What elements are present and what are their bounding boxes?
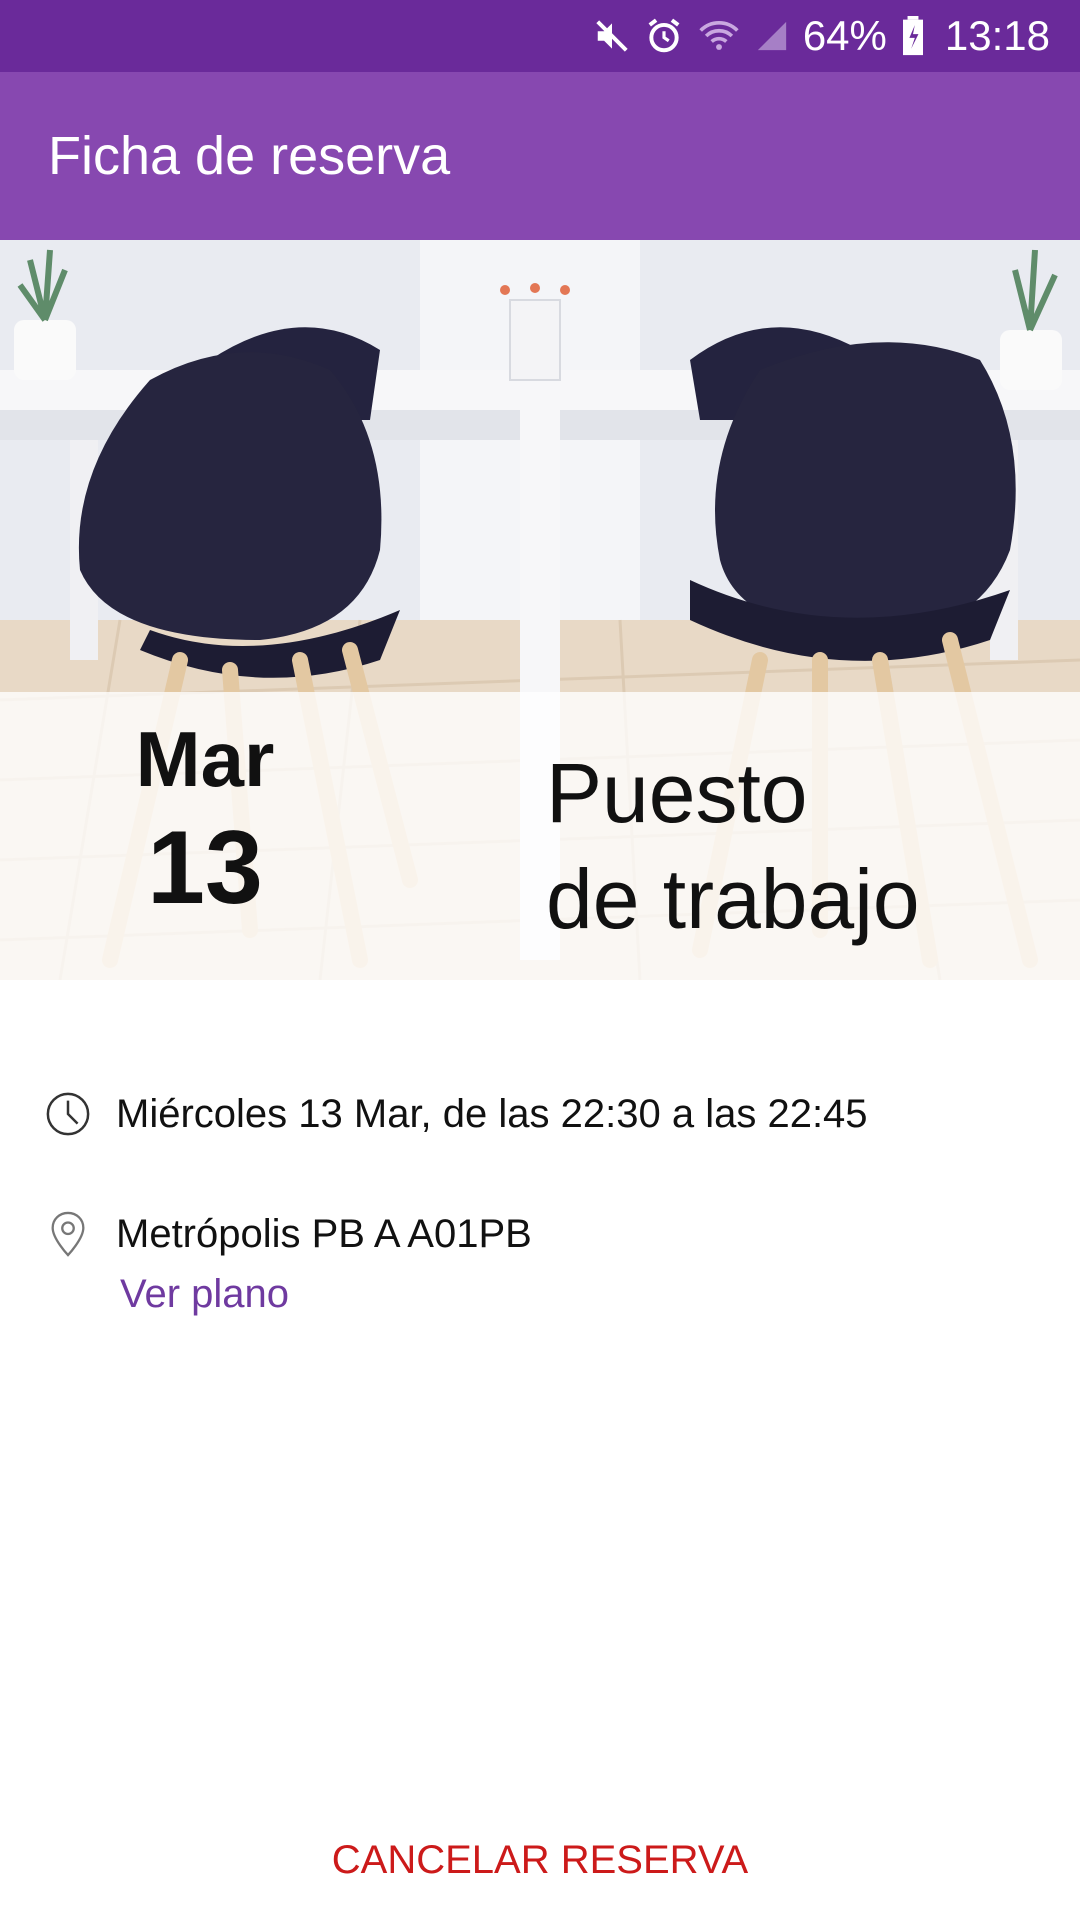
resource-type-line2: de trabajo xyxy=(546,852,920,946)
hero-image: Mar 13 Puesto de trabajo xyxy=(0,240,1080,980)
app-bar: Ficha de reserva xyxy=(0,72,1080,240)
alarm-icon xyxy=(645,17,683,55)
wifi-icon xyxy=(697,17,741,55)
view-map-link[interactable]: Ver plano xyxy=(120,1272,289,1317)
booking-weekday: Mar xyxy=(135,715,275,803)
battery-icon xyxy=(901,16,925,56)
booking-day: 13 xyxy=(147,810,263,926)
clock-icon xyxy=(44,1090,92,1138)
mute-icon xyxy=(593,17,631,55)
location-pin-icon xyxy=(44,1210,92,1258)
booking-time-row: Miércoles 13 Mar, de las 22:30 a las 22:… xyxy=(44,1090,868,1138)
booking-time-text: Miércoles 13 Mar, de las 22:30 a las 22:… xyxy=(116,1091,868,1136)
status-time: 13:18 xyxy=(944,12,1050,59)
battery-percent: 64% xyxy=(802,12,887,59)
cancel-booking-button[interactable]: CANCELAR RESERVA xyxy=(0,1830,1080,1890)
page-title: Ficha de reserva xyxy=(48,126,451,186)
signal-icon xyxy=(755,19,789,53)
resource-type: Puesto de trabajo xyxy=(546,740,1046,952)
booking-date: Mar 13 xyxy=(80,720,330,920)
booking-location-text: Metrópolis PB A A01PB xyxy=(116,1211,532,1256)
status-bar: 64% 13:18 xyxy=(0,0,1080,72)
booking-location-row: Metrópolis PB A A01PB xyxy=(44,1210,532,1258)
resource-type-line1: Puesto xyxy=(546,746,808,840)
